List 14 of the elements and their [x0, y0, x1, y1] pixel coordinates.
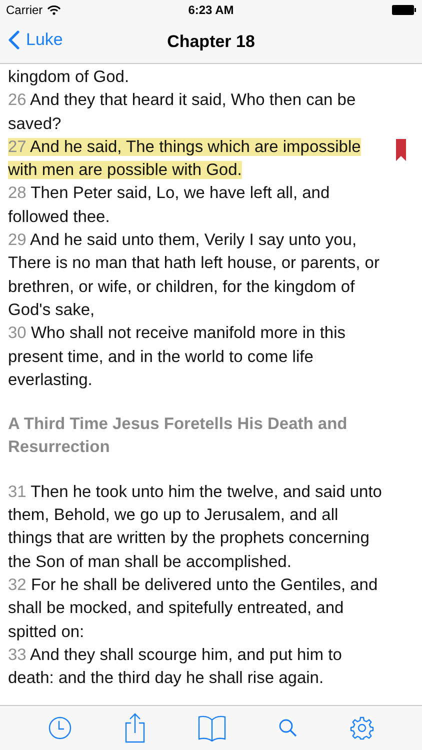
verse-text: 28 Then Peter said, Lo, we have left all, and followed thee.	[8, 183, 331, 228]
verse-text: 29 And he said unto them, Verily I say unto you, There is no man that hath left house, or parents, or brethren, or wife, or children, for the kingdom of God's sake,	[8, 230, 380, 321]
verse-text: 26 And they that heard it said, Who then can be saved?	[8, 90, 357, 135]
status-time: 6:23 AM	[187, 3, 235, 17]
carrier-label: Carrier	[6, 3, 43, 17]
section-heading: A Third Time Jesus Foretells His Death and Resurrection	[8, 414, 348, 458]
verse-text: 31 Then he took unto him the twelve, and said unto them, Behold, we go up to Jerusalem, and all things that are written by the prophets concerning the Son of man shall be accomplished.	[8, 482, 383, 573]
back-button[interactable]: Luke	[8, 30, 63, 50]
verse-text: kingdom of God.	[8, 67, 130, 88]
verse-text: 32 For he shall be delivered unto the Gentiles, and shall be mocked, and spitefully entreated, and spitted on:	[8, 574, 379, 643]
verse-text: 30 Who shall not receive manifold more in this present time, and in the world to come life everlasting.	[8, 323, 346, 391]
verse-text: 27 And he said, The things which are impossible with men are possible with God.	[8, 136, 362, 182]
chapter-title: Chapter 18	[167, 32, 255, 52]
verse-text: 33 And they shall scourge him, and put him to death: and the third day he shall rise again.	[8, 644, 343, 690]
